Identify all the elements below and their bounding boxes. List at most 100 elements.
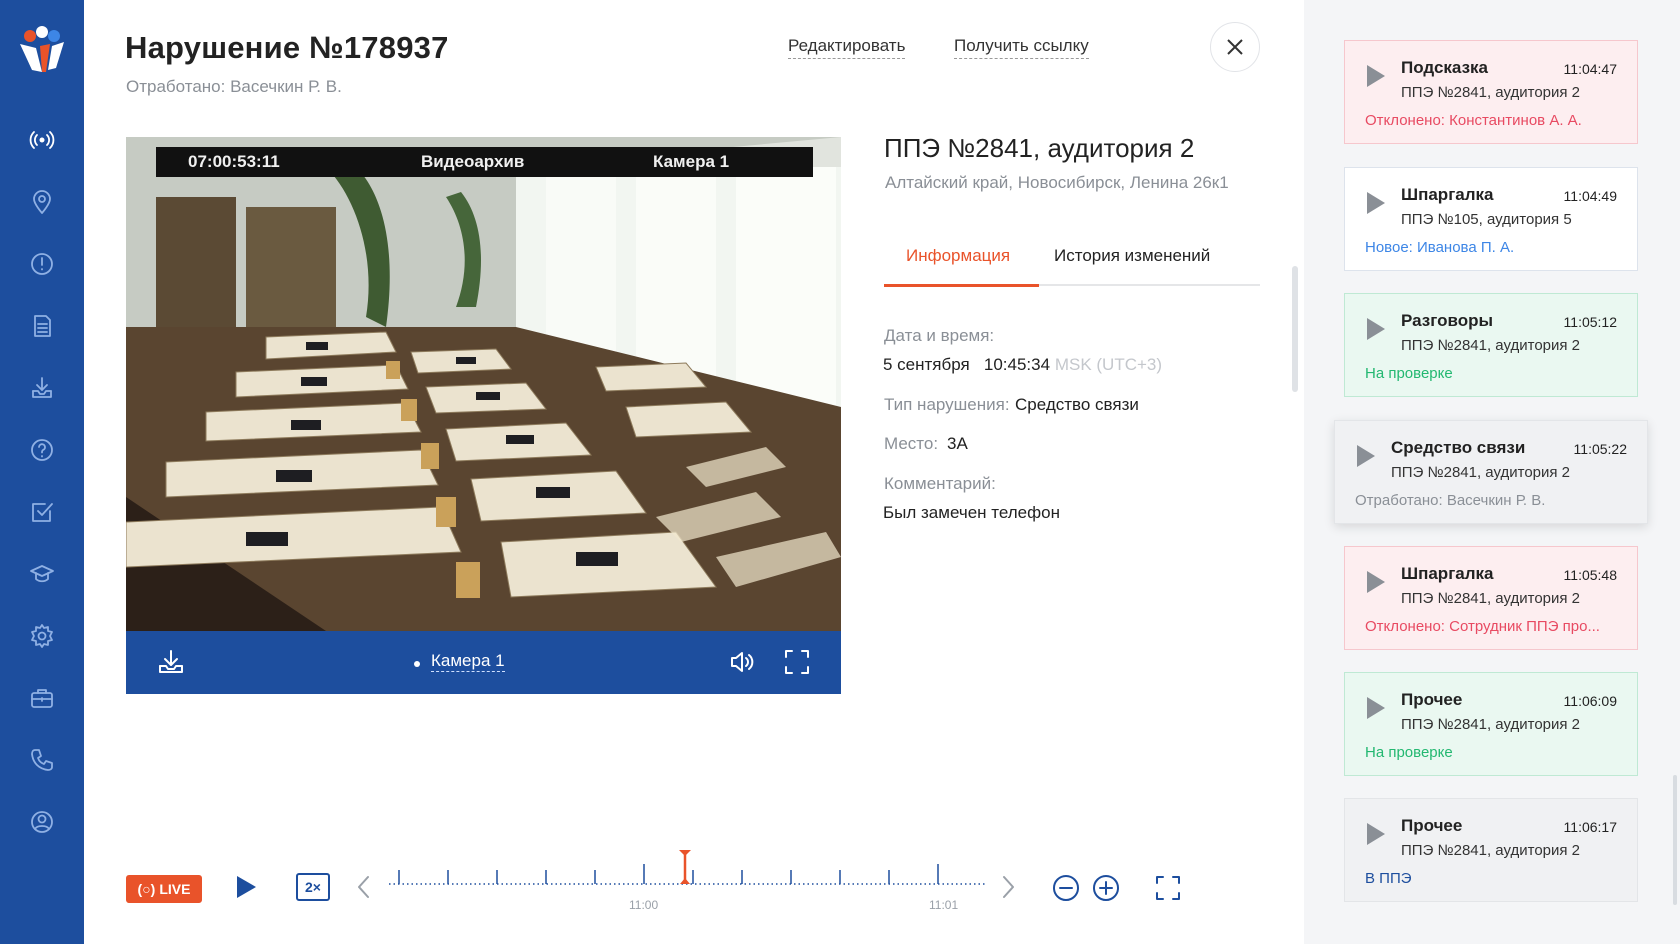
event-title: Разговоры [1401,311,1493,330]
phone-icon[interactable] [24,742,60,778]
video-player[interactable]: 07:00:53:11 Видеоархив Камера 1 Камера 1 [126,137,841,694]
event-ppe: ППЭ №2841, аудитория 2 [1401,716,1581,733]
event-status: На проверке [1365,744,1453,761]
place-value: 3А [947,434,968,453]
user-profile-icon[interactable] [24,804,60,840]
main-scrollbar[interactable] [1292,266,1298,392]
event-status: Новое: Иванова П. А. [1365,239,1515,256]
event-status: На проверке [1365,365,1453,382]
camera-frame: 07:00:53:11 Видеоархив Камера 1 [126,137,841,631]
play-icon[interactable] [234,874,258,905]
video-timestamp: 07:00:53:11 [188,152,280,171]
event-time: 11:04:47 [1563,61,1617,77]
event-card[interactable]: Прочее 11:06:17 ППЭ №2841, аудитория 2 В ПП… [1344,798,1638,902]
event-time: 11:04:49 [1563,188,1617,204]
timeline-next-icon[interactable] [1000,874,1016,905]
tick-label-1101: 11:01 [929,898,959,912]
event-card[interactable]: Шпаргалка 11:04:49 ППЭ №105, аудитория 5 Но… [1344,167,1638,271]
video-camera-name: Камера 1 [653,152,730,171]
location-pin-icon[interactable] [24,184,60,220]
app-logo[interactable] [16,26,68,74]
fullscreen-icon[interactable] [782,647,814,679]
sidebar [0,0,84,944]
datetime-label: Дата и время: [884,326,995,345]
get-link-button[interactable]: Получить ссылку [954,36,1089,59]
event-card[interactable]: Средство связи 11:05:22 ППЭ №2841, аудитор… [1334,420,1648,524]
event-title: Прочее [1401,690,1463,709]
event-ppe: ППЭ №105, аудитория 5 [1401,211,1572,228]
checkbox-icon[interactable] [24,494,60,530]
zoom-in-icon[interactable] [1092,874,1120,907]
close-button[interactable] [1210,22,1260,72]
events-scrollbar[interactable] [1673,775,1677,905]
event-ppe: ППЭ №2841, аудитория 2 [1401,842,1581,859]
play-icon[interactable] [1365,316,1387,342]
place-label: Место: [884,434,939,453]
play-icon[interactable] [1365,569,1387,595]
event-status: Отклонено: Сотрудник ППЭ про... [1365,618,1600,635]
tab-history[interactable]: История изменений [1054,246,1210,266]
timeline-prev-icon[interactable] [356,874,372,905]
volume-icon[interactable] [726,647,758,679]
event-ppe: ППЭ №2841, аудитория 2 [1401,337,1581,354]
event-card[interactable]: Подсказка 11:04:47 ППЭ №2841, аудитория 2 О… [1344,40,1638,144]
timezone-value: MSK (UTC+3) [1054,355,1163,374]
zoom-out-icon[interactable] [1052,874,1080,907]
download-tray-icon[interactable] [24,370,60,406]
play-icon[interactable] [1365,695,1387,721]
event-ppe: ППЭ №2841, аудитория 2 [1401,84,1581,101]
events-panel: Подсказка 11:04:47 ППЭ №2841, аудитория 2 О… [1304,0,1680,944]
event-title: Шпаргалка [1401,564,1494,583]
timeline-ruler[interactable] [389,850,989,894]
download-icon[interactable] [156,647,188,679]
close-icon [1227,39,1243,55]
event-time: 11:05:22 [1573,441,1627,457]
gear-icon[interactable] [24,618,60,654]
event-title: Прочее [1401,816,1463,835]
camera-dot [414,661,420,667]
date-value: 5 сентября [883,355,970,374]
briefcase-icon[interactable] [24,680,60,716]
edit-link[interactable]: Редактировать [788,36,906,59]
play-icon[interactable] [1365,190,1387,216]
ppe-title: ППЭ №2841, аудитория 2 [884,133,1195,163]
graduation-cap-icon[interactable] [24,556,60,592]
event-card[interactable]: Прочее 11:06:09 ППЭ №2841, аудитория 2 На п… [1344,672,1638,776]
event-status: Отработано: Васечкин Р. В. [1355,492,1546,509]
event-ppe: ППЭ №2841, аудитория 2 [1401,590,1581,607]
comment-value: Был замечен телефон [883,503,1060,522]
tick-label-1100: 11:00 [629,898,659,912]
time-value: 10:45:34 [983,355,1051,374]
play-icon[interactable] [1365,821,1387,847]
video-overlay-bar: 07:00:53:11 Видеоархив Камера 1 [156,147,813,177]
info-tabs: Информация История изменений [884,230,1260,287]
violation-main: Нарушение №178937 Отработано: Васечкин Р… [84,0,1304,944]
active-tab-indicator [884,284,1039,287]
tab-information[interactable]: Информация [906,246,1010,266]
event-title: Шпаргалка [1401,185,1494,204]
event-card[interactable]: Шпаргалка 11:05:48 ППЭ №2841, аудитория 2 О… [1344,546,1638,650]
camera-select[interactable]: Камера 1 [431,651,505,672]
video-controls: Камера 1 [126,631,841,694]
event-title: Подсказка [1401,58,1488,77]
help-icon[interactable] [24,432,60,468]
live-button[interactable]: (○) LIVE [126,875,202,903]
video-source: Видеоархив [421,152,525,171]
event-time: 11:06:17 [1563,819,1617,835]
comment-label: Комментарий: [884,474,996,493]
speed-button[interactable]: 2× [296,873,330,901]
event-time: 11:05:48 [1563,567,1617,583]
timeline-fullscreen-icon[interactable] [1155,875,1181,906]
processed-by: Отработано: Васечкин Р. В. [126,77,342,96]
datetime-value: 5 сентября 10:45:34 MSK (UTC+3) [883,355,1162,375]
broadcast-icon[interactable] [24,122,60,158]
violation-type-value: Средство связи [1015,395,1139,414]
event-card[interactable]: Разговоры 11:05:12 ППЭ №2841, аудитория 2 Н… [1344,293,1638,397]
play-icon[interactable] [1355,443,1377,469]
event-ppe: ППЭ №2841, аудитория 2 [1391,464,1571,481]
live-broadcast-icon: (○) [137,881,156,897]
document-icon[interactable] [24,308,60,344]
event-time: 11:05:12 [1563,314,1617,330]
alert-icon[interactable] [24,246,60,282]
play-icon[interactable] [1365,63,1387,89]
